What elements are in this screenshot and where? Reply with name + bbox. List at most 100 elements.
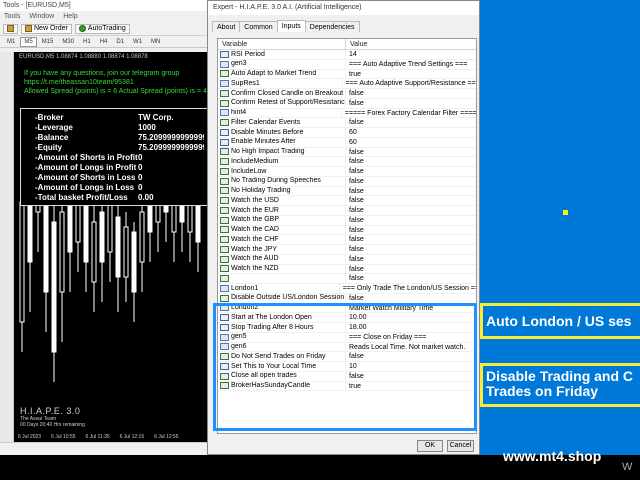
input-value-cell[interactable]: false <box>346 157 364 166</box>
input-row[interactable]: Disable Minutes Before 60 <box>218 128 476 138</box>
input-value-cell[interactable]: false <box>346 148 364 157</box>
input-row[interactable]: Watch the AUD false <box>218 254 476 265</box>
input-value-cell[interactable]: false <box>346 294 364 303</box>
input-value-cell[interactable]: false <box>346 89 364 98</box>
input-value-cell[interactable]: false <box>346 118 364 127</box>
time-tick: 6 Jul 10:55 <box>51 434 76 440</box>
input-row[interactable]: Enable Minutes After 60 <box>218 137 476 148</box>
input-row[interactable]: false <box>218 274 476 284</box>
col-value-header[interactable]: Value <box>346 39 371 49</box>
info-value: 0 <box>138 153 143 162</box>
chart-tool-button[interactable] <box>3 23 18 34</box>
input-value-cell[interactable]: 60 <box>346 128 357 137</box>
col-variable-header[interactable]: Variable <box>218 39 346 49</box>
input-value-cell[interactable]: ===== Forex Factory Calendar Filter ====… <box>342 109 476 118</box>
info-label: -Broker <box>35 113 64 122</box>
input-value-cell[interactable]: 14 <box>346 50 357 59</box>
input-value-cell[interactable]: 60 <box>346 138 357 147</box>
input-row[interactable]: IncludeMedium false <box>218 157 476 167</box>
autotrading-button[interactable]: AutoTrading <box>74 23 130 34</box>
input-variable-name: Disable Minutes Before <box>231 128 304 136</box>
input-row[interactable]: No Trading During Speeches false <box>218 176 476 187</box>
input-row[interactable]: London1 === Only Trade The London/US Sess… <box>218 284 476 294</box>
input-row[interactable]: IncludeLow false <box>218 167 476 177</box>
highlight-frame <box>213 303 477 431</box>
input-row[interactable]: hint4 ===== Forex Factory Calendar Filter… <box>218 108 476 119</box>
input-value-cell[interactable]: === Auto Adaptive Support/Resistance === <box>343 79 477 88</box>
tab-inputs[interactable]: Inputs <box>276 20 306 32</box>
info-label: -Amount of Shorts in Profit <box>35 153 138 162</box>
input-value-cell[interactable]: false <box>346 99 364 108</box>
ok-button[interactable]: OK <box>417 440 443 452</box>
cancel-button[interactable]: Cancel <box>447 440 474 452</box>
tf-m30[interactable]: M30 <box>58 37 78 47</box>
input-variable-name: Disable Outside US/London Session <box>231 294 345 302</box>
input-value-cell[interactable]: false <box>346 274 364 283</box>
input-variable-cell: Watch the AUD <box>218 254 346 264</box>
input-variable-name: Watch the CHF <box>231 235 279 243</box>
autotrading-label: AutoTrading <box>87 25 126 32</box>
input-row[interactable]: gen3 === Auto Adaptive Trend Settings === <box>218 59 476 70</box>
input-value-cell[interactable]: false <box>346 196 364 205</box>
tf-m15[interactable]: M15 <box>38 37 58 47</box>
input-value-cell[interactable]: false <box>346 216 364 225</box>
input-variable-cell: Confirm Closed Candle on Breakout <box>218 89 346 98</box>
input-row[interactable]: No High Impact Trading false <box>218 147 476 158</box>
tf-w1[interactable]: W1 <box>129 37 146 47</box>
info-value: 75.20999999999999 <box>138 133 204 142</box>
input-row[interactable]: RSI Period 14 <box>218 50 476 60</box>
tab-common[interactable]: Common <box>239 21 278 32</box>
input-row[interactable]: No Holiday Trading false <box>218 186 476 197</box>
input-value-cell[interactable]: false <box>346 206 364 215</box>
input-value-cell[interactable]: true <box>346 70 361 79</box>
info-row-equity: -Equity 75.20999999999999 <box>35 143 207 153</box>
tf-m1[interactable]: M1 <box>3 37 19 47</box>
input-row[interactable]: Filter Calendar Events false <box>218 118 476 128</box>
input-value-cell[interactable]: false <box>346 245 364 254</box>
input-row[interactable]: Auto Adapt to Market Trend true <box>218 69 476 80</box>
number-type-icon <box>220 50 229 58</box>
tf-m5[interactable]: M5 <box>20 36 37 47</box>
input-value-cell[interactable]: false <box>346 226 364 235</box>
input-value-cell[interactable]: false <box>346 177 364 186</box>
price-chart[interactable]: EURUSD,M5 1.08874 1.08880 1.08874 1.0887… <box>14 52 207 432</box>
tf-d1[interactable]: D1 <box>112 37 128 47</box>
callout-london-session: Auto London / US ses <box>480 303 640 339</box>
info-row-total: -Total basket Profit/Loss 0.00 <box>35 193 207 203</box>
info-value: 1000 <box>138 123 156 132</box>
tf-mn[interactable]: MN <box>147 37 164 47</box>
mt4-main-toolbar: New Order AutoTrading <box>0 22 207 36</box>
input-row[interactable]: Watch the CHF false <box>218 235 476 245</box>
input-variable-name: RSI Period <box>231 50 265 58</box>
menu-tools[interactable]: Tools <box>4 13 20 20</box>
input-row[interactable]: Watch the CAD false <box>218 225 476 236</box>
input-value-cell[interactable]: false <box>346 187 364 196</box>
tab-dependencies[interactable]: Dependencies <box>304 21 360 32</box>
input-row[interactable]: Watch the GBP false <box>218 215 476 226</box>
menu-window[interactable]: Window <box>29 13 54 20</box>
tf-h4[interactable]: H4 <box>96 37 112 47</box>
input-row[interactable]: Watch the EUR false <box>218 206 476 216</box>
input-variable-name: No Holiday Trading <box>231 187 291 194</box>
new-order-button[interactable]: New Order <box>21 23 72 34</box>
input-row[interactable]: Watch the JPY false <box>218 245 476 255</box>
grid-header: Variable Value <box>218 39 476 50</box>
input-row[interactable]: SupRes1 === Auto Adaptive Support/Resista… <box>218 79 476 89</box>
input-row[interactable]: Confirm Closed Candle on Breakout false <box>218 89 476 99</box>
input-value-cell[interactable]: === Auto Adaptive Trend Settings === <box>346 60 467 69</box>
tab-about[interactable]: About <box>212 21 241 32</box>
input-value-cell[interactable]: === Only Trade The London/US Session === <box>340 284 476 293</box>
tf-h1[interactable]: H1 <box>79 37 95 47</box>
input-row[interactable]: Watch the NZD false <box>218 264 476 275</box>
input-row[interactable]: Watch the USD false <box>218 196 476 206</box>
input-value-cell[interactable]: false <box>346 265 364 274</box>
input-variable-cell: Watch the EUR <box>218 206 346 215</box>
bool-type-icon <box>220 265 229 273</box>
info-label: -Amount of Shorts in Loss <box>35 173 136 182</box>
callout-friday-line2: Trades on Friday <box>486 383 599 399</box>
input-value-cell[interactable]: false <box>346 235 364 244</box>
input-value-cell[interactable]: false <box>346 167 364 176</box>
input-value-cell[interactable]: false <box>346 255 364 264</box>
menu-help[interactable]: Help <box>63 13 77 20</box>
input-row[interactable]: Confirm Retest of Support/Resistance fals… <box>218 98 476 109</box>
